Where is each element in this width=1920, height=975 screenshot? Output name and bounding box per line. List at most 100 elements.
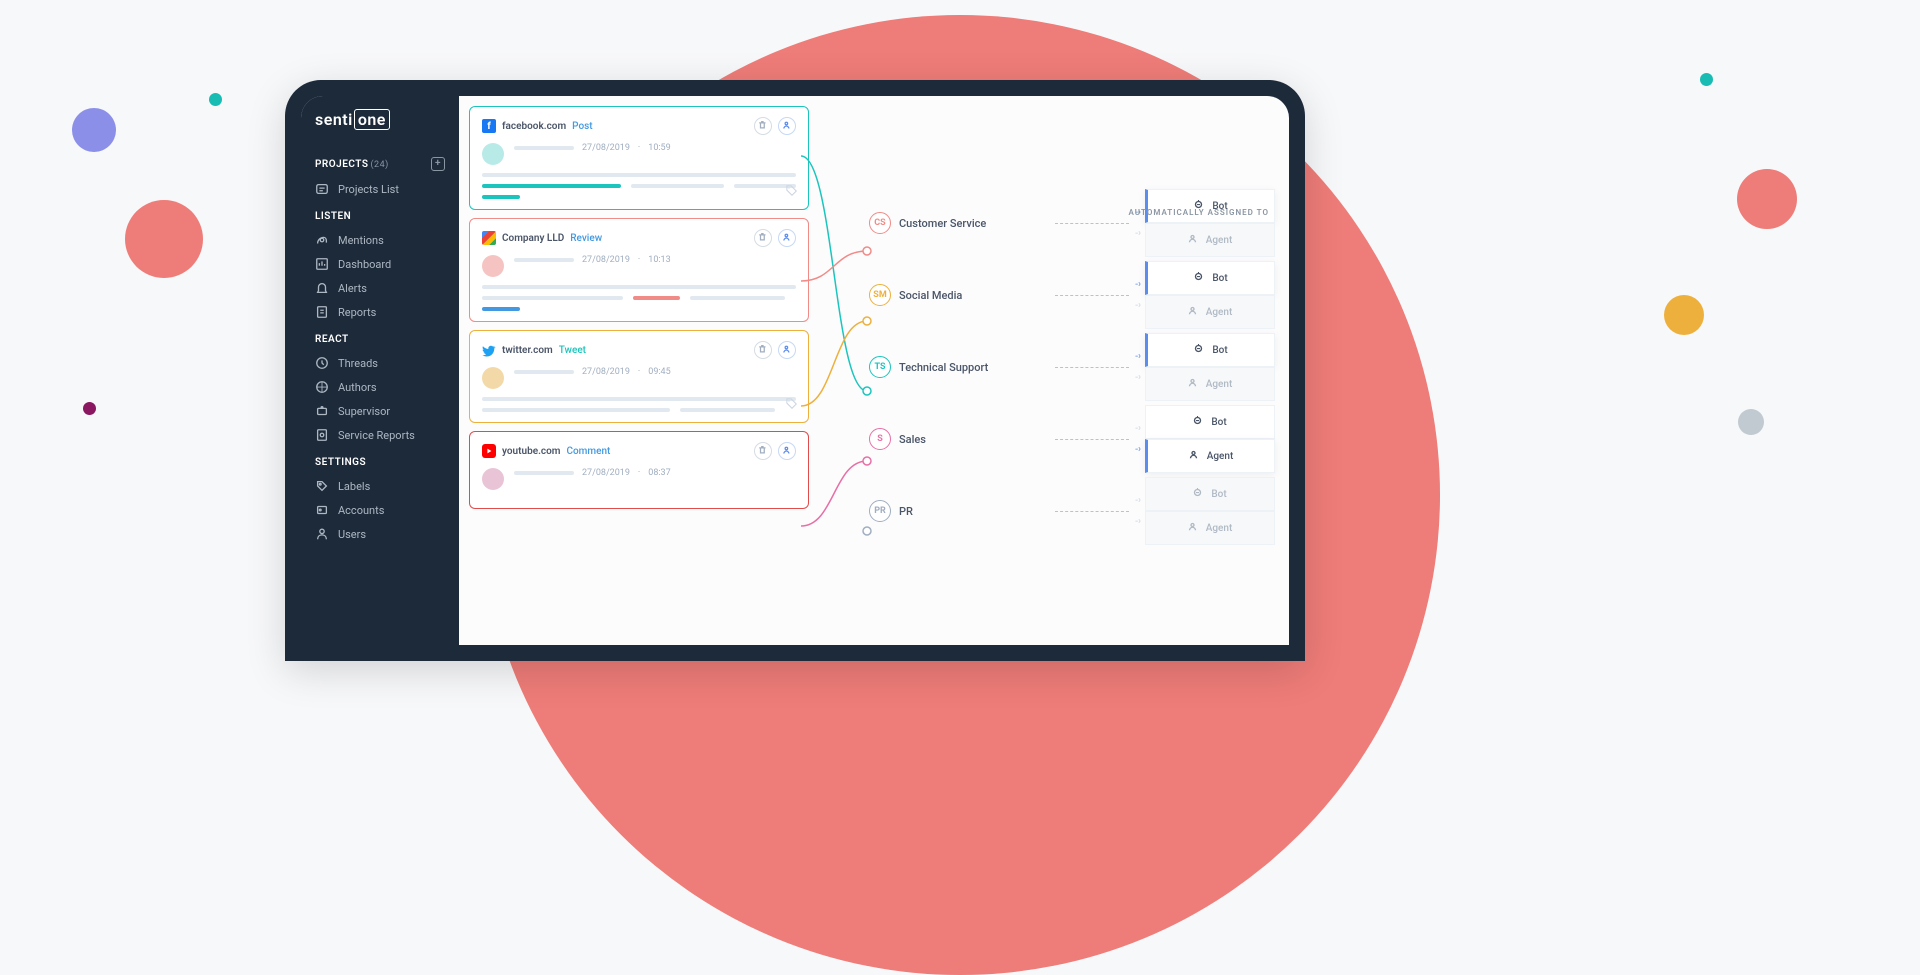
nav-accounts[interactable]: Accounts [301, 498, 459, 522]
section-head-settings: SETTINGS [301, 447, 459, 474]
nav-reports[interactable]: Reports [301, 300, 459, 324]
main-area: f facebook.com Post 27/08/2019·10:59 Com… [459, 96, 1289, 645]
nav-authors[interactable]: Authors [301, 375, 459, 399]
route-arrows: -›-› [1135, 351, 1141, 383]
nav-label: Dashboard [338, 258, 391, 271]
assign-user-button[interactable] [778, 117, 796, 135]
dept-name: Social Media [899, 289, 962, 302]
archive-button[interactable] [754, 229, 772, 247]
section-head-react: REACT [301, 324, 459, 351]
route-row-3: S Sales -›-› Bot Agent [869, 422, 1275, 456]
message-card-1[interactable]: Company LLD Review 27/08/2019·10:13 [469, 218, 809, 322]
author-avatar [482, 367, 504, 389]
nav-threads[interactable]: Threads [301, 351, 459, 375]
nav-projects-list[interactable]: Projects List [301, 177, 459, 201]
card-time: 09:45 [648, 367, 670, 377]
message-preview [482, 173, 796, 199]
tag-icon[interactable] [786, 182, 798, 201]
source-name: Company LLD [502, 233, 564, 244]
nav-label: Authors [338, 381, 377, 394]
source-type: Comment [566, 446, 610, 457]
route-arrows: -›-› [1135, 279, 1141, 311]
archive-button[interactable] [754, 341, 772, 359]
dept-badge: PR [869, 500, 891, 522]
message-card-0[interactable]: f facebook.com Post 27/08/2019·10:59 [469, 106, 809, 210]
route-row-1: SM Social Media -›-› Bot Agent [869, 278, 1275, 312]
add-project-button[interactable]: + [431, 157, 445, 171]
nav-service-reports[interactable]: Service Reports [301, 423, 459, 447]
tag-icon[interactable] [786, 395, 798, 414]
card-date: 27/08/2019 [582, 468, 630, 478]
connector-line [1055, 367, 1129, 368]
message-card-2[interactable]: twitter.com Tweet 27/08/2019·09:45 [469, 330, 809, 423]
department[interactable]: TS Technical Support [869, 356, 1049, 378]
sidebar: sentione PROJECTS(24)+Projects ListLISTE… [301, 96, 459, 645]
assign-user-button[interactable] [778, 229, 796, 247]
message-card-3[interactable]: youtube.com Comment 27/08/2019·08:37 [469, 431, 809, 509]
assign-bot[interactable]: Bot [1145, 333, 1275, 367]
assign-agent[interactable]: Agent [1145, 439, 1275, 473]
nav-label: Users [338, 528, 366, 541]
source-name: youtube.com [502, 446, 560, 457]
nav-label: Accounts [338, 504, 384, 517]
dept-badge: TS [869, 356, 891, 378]
source-name: facebook.com [502, 121, 566, 132]
nav-mentions[interactable]: Mentions [301, 228, 459, 252]
nav-labels[interactable]: Labels [301, 474, 459, 498]
assign-agent[interactable]: Agent [1145, 367, 1275, 401]
department[interactable]: PR PR [869, 500, 1049, 522]
nav-label: Reports [338, 306, 376, 319]
route-row-4: PR PR -›-› Bot Agent [869, 494, 1275, 528]
card-time: 10:59 [648, 143, 670, 153]
nav-supervisor[interactable]: Supervisor [301, 399, 459, 423]
device-frame: sentione PROJECTS(24)+Projects ListLISTE… [285, 80, 1305, 661]
nav-label: Labels [338, 480, 370, 493]
author-avatar [482, 143, 504, 165]
dept-badge: SM [869, 284, 891, 306]
assign-bot[interactable]: Bot [1145, 405, 1275, 439]
routing-area: AUTOMATICALLY ASSIGNED TO CS Customer Se… [809, 106, 1275, 645]
department[interactable]: S Sales [869, 428, 1049, 450]
department[interactable]: SM Social Media [869, 284, 1049, 306]
assign-bot[interactable]: Bot [1145, 261, 1275, 295]
dept-name: PR [899, 505, 913, 518]
route-arrows: -›-› [1135, 495, 1141, 527]
nav-users[interactable]: Users [301, 522, 459, 546]
dept-name: Technical Support [899, 361, 988, 374]
nav-alerts[interactable]: Alerts [301, 276, 459, 300]
connector-line [1055, 223, 1129, 224]
archive-button[interactable] [754, 442, 772, 460]
nav-label: Mentions [338, 234, 384, 247]
logo-text-2: one [354, 109, 390, 130]
dept-name: Customer Service [899, 217, 986, 230]
dept-badge: CS [869, 212, 891, 234]
nav-label: Projects List [338, 183, 399, 196]
assign-user-button[interactable] [778, 341, 796, 359]
card-time: 10:13 [648, 255, 670, 265]
author-avatar [482, 468, 504, 490]
assign-agent[interactable]: Agent [1145, 511, 1275, 545]
assign-user-button[interactable] [778, 442, 796, 460]
archive-button[interactable] [754, 117, 772, 135]
logo: sentione [301, 110, 459, 147]
source-type: Tweet [559, 345, 586, 356]
assign-bot[interactable]: Bot [1145, 477, 1275, 511]
author-avatar [482, 255, 504, 277]
assign-agent[interactable]: Agent [1145, 223, 1275, 257]
route-row-2: TS Technical Support -›-› Bot Agent [869, 350, 1275, 384]
section-head-projects: PROJECTS(24)+ [301, 147, 459, 177]
nav-label: Supervisor [338, 405, 390, 418]
assign-agent[interactable]: Agent [1145, 295, 1275, 329]
logo-text-1: senti [315, 110, 353, 129]
nav-label: Threads [338, 357, 378, 370]
assign-bot[interactable]: Bot [1145, 189, 1275, 223]
route-arrows: -›-› [1135, 423, 1141, 455]
dept-badge: S [869, 428, 891, 450]
card-date: 27/08/2019 [582, 367, 630, 377]
assigned-to-label: AUTOMATICALLY ASSIGNED TO [1129, 208, 1269, 217]
source-type: Review [570, 233, 602, 244]
nav-dashboard[interactable]: Dashboard [301, 252, 459, 276]
nav-label: Alerts [338, 282, 367, 295]
department[interactable]: CS Customer Service [869, 212, 1049, 234]
card-date: 27/08/2019 [582, 255, 630, 265]
